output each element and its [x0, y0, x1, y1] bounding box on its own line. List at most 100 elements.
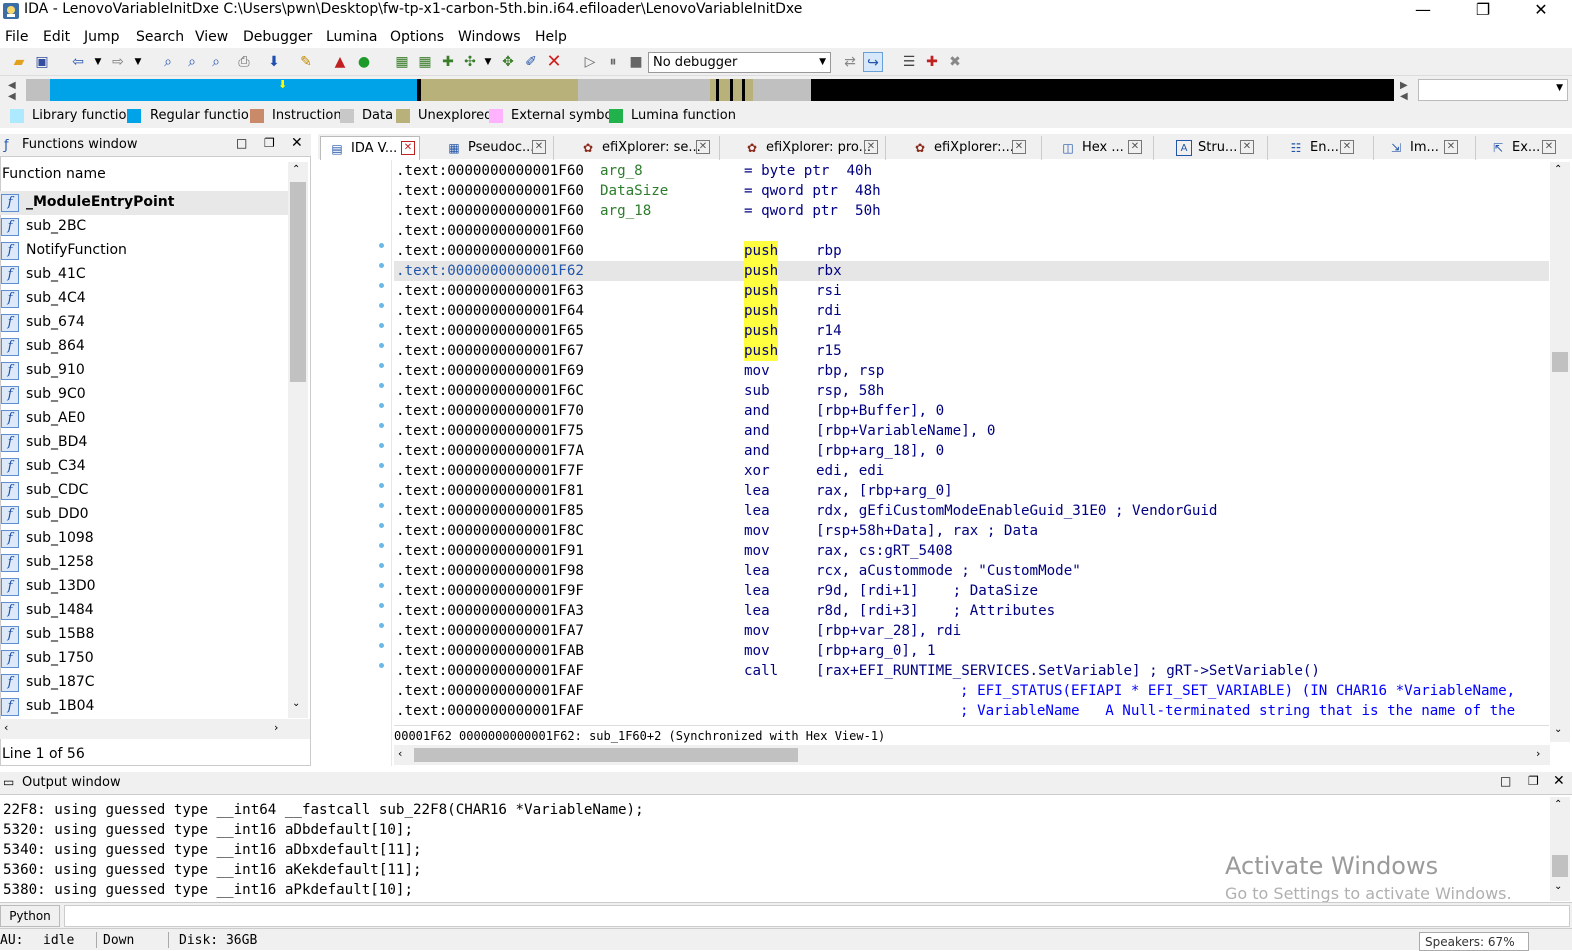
- back-arrow-icon[interactable]: ⇦: [68, 52, 88, 72]
- undefine-icon[interactable]: ✥: [498, 52, 518, 72]
- function-list-item[interactable]: f sub_864: [0, 335, 288, 359]
- make-code-icon[interactable]: ▦: [392, 52, 412, 72]
- disassembly-hscrollbar[interactable]: ‹ ›: [394, 745, 1550, 765]
- function-list-item[interactable]: f sub_BD4: [0, 431, 288, 455]
- function-list-item[interactable]: f NotifyFunction: [0, 239, 288, 263]
- float-icon[interactable]: ❐: [1528, 774, 1539, 788]
- scroll-right-icon[interactable]: ›: [1536, 747, 1540, 760]
- menu-edit[interactable]: Edit: [43, 29, 70, 45]
- graph-icon[interactable]: ▲: [330, 52, 350, 72]
- function-list-item[interactable]: f sub_CDC: [0, 479, 288, 503]
- scroll-up-icon[interactable]: ⌃: [292, 164, 300, 175]
- function-list-item[interactable]: f sub_910: [0, 359, 288, 383]
- function-list-item[interactable]: f sub_1098: [0, 527, 288, 551]
- rename-icon[interactable]: ✐: [521, 52, 541, 72]
- maximize-button[interactable]: ❐: [1460, 0, 1506, 22]
- tab-pseudocode[interactable]: ▦ Pseudoc... ✕: [438, 136, 554, 160]
- function-name-column-header[interactable]: Function name: [2, 166, 106, 182]
- scroll-left-icon[interactable]: ‹: [4, 721, 8, 734]
- menu-help[interactable]: Help: [535, 29, 567, 45]
- function-list-item[interactable]: f sub_41C: [0, 263, 288, 287]
- tab-close-icon[interactable]: ✕: [864, 140, 878, 154]
- function-list-item[interactable]: f _ModuleEntryPoint: [0, 191, 288, 215]
- delete-icon[interactable]: ✕: [544, 52, 564, 72]
- function-list-item[interactable]: f sub_1258: [0, 551, 288, 575]
- breakpoints-icon[interactable]: ☰: [899, 52, 919, 72]
- function-list-item[interactable]: f sub_9C0: [0, 383, 288, 407]
- close-output-icon[interactable]: ✕: [1553, 773, 1565, 789]
- scroll-down-icon[interactable]: ⌄: [292, 698, 300, 709]
- minimize-button[interactable]: —: [1400, 0, 1446, 22]
- start-debugger-icon[interactable]: ▷: [580, 52, 600, 72]
- tab-efixplorer-pro[interactable]: ✿ efiXplorer: pro... ✕: [736, 136, 886, 160]
- disassembly-scroll-thumb[interactable]: [1552, 352, 1568, 372]
- add-breakpoint-icon[interactable]: ✚: [922, 52, 942, 72]
- function-list-item[interactable]: f sub_674: [0, 311, 288, 335]
- function-list-item[interactable]: f sub_AE0: [0, 407, 288, 431]
- scroll-down-icon[interactable]: ⌄: [1554, 881, 1562, 892]
- menu-search[interactable]: Search: [136, 29, 184, 45]
- function-list-item[interactable]: f sub_1484: [0, 599, 288, 623]
- tab-close-icon[interactable]: ✕: [1240, 140, 1254, 154]
- attach-icon[interactable]: ⇄: [840, 52, 860, 72]
- functions-hscrollbar[interactable]: ‹ ›: [0, 719, 310, 739]
- menu-view[interactable]: View: [195, 29, 228, 45]
- array-dropdown-icon[interactable]: ▼: [478, 52, 498, 72]
- function-list-item[interactable]: f sub_13D0: [0, 575, 288, 599]
- tab-efixplorer-3[interactable]: ✿ efiXplorer:... ✕: [904, 136, 1042, 160]
- menu-jump[interactable]: Jump: [84, 29, 120, 45]
- tab-close-icon[interactable]: ✕: [1542, 140, 1556, 154]
- menu-windows[interactable]: Windows: [458, 29, 521, 45]
- step-icon[interactable]: ↪: [863, 52, 883, 72]
- make-data-icon[interactable]: ▦: [415, 52, 435, 72]
- navigator-strip[interactable]: ⬇: [26, 79, 1394, 101]
- nav-band-selector[interactable]: ▼: [1418, 79, 1568, 101]
- function-list-item[interactable]: f sub_C34: [0, 455, 288, 479]
- make-array-icon[interactable]: ✣: [460, 52, 480, 72]
- python-command-input[interactable]: [64, 905, 1570, 927]
- run-script-icon[interactable]: ●: [354, 52, 374, 72]
- functions-scrollbar[interactable]: ⌃ ⌄: [288, 162, 308, 718]
- function-list-item[interactable]: f sub_187C: [0, 671, 288, 695]
- search-binary-icon[interactable]: ⌕: [182, 52, 202, 72]
- python-button[interactable]: Python: [0, 905, 60, 927]
- save-icon[interactable]: ▣: [32, 52, 52, 72]
- search-text-icon[interactable]: ⌕: [158, 52, 178, 72]
- tab-close-icon[interactable]: ✕: [1340, 140, 1354, 154]
- close-button[interactable]: ✕: [1518, 0, 1564, 22]
- debugger-select[interactable]: No debugger ▼: [648, 52, 831, 73]
- menu-file[interactable]: File: [5, 29, 28, 45]
- tab-imports[interactable]: ⇲ Im... ✕: [1380, 136, 1476, 160]
- make-string-icon[interactable]: ✚: [438, 52, 458, 72]
- forward-dropdown-icon[interactable]: ▼: [128, 52, 148, 72]
- jump-down-icon[interactable]: ⬇: [264, 52, 284, 72]
- back-dropdown-icon[interactable]: ▼: [88, 52, 108, 72]
- menu-options[interactable]: Options: [390, 29, 444, 45]
- nav-left-arrow-icon[interactable]: ◀ ◀: [8, 80, 16, 102]
- tab-enums[interactable]: ☷ En... ✕: [1280, 136, 1374, 160]
- scroll-up-icon[interactable]: ⌃: [1554, 799, 1562, 810]
- tab-close-icon[interactable]: ✕: [1128, 140, 1142, 154]
- scroll-right-icon[interactable]: ›: [274, 721, 278, 734]
- tab-exports[interactable]: ⇱ Ex... ✕: [1482, 136, 1572, 160]
- function-list-item[interactable]: f sub_2BC: [0, 215, 288, 239]
- print-icon[interactable]: ⎙: [234, 52, 254, 72]
- restore-icon[interactable]: □: [236, 136, 247, 150]
- tab-close-icon[interactable]: ✕: [1012, 140, 1026, 154]
- function-list-item[interactable]: f sub_DD0: [0, 503, 288, 527]
- stop-icon[interactable]: ■: [626, 52, 646, 72]
- tracing-icon[interactable]: ✖: [945, 52, 965, 72]
- disassembly-view[interactable]: [318, 160, 1572, 766]
- function-list-item[interactable]: f sub_1750: [0, 647, 288, 671]
- menu-debugger[interactable]: Debugger: [243, 29, 312, 45]
- nav-right-arrow-icon[interactable]: ▶ ◀: [1400, 80, 1408, 102]
- menu-lumina[interactable]: Lumina: [326, 29, 377, 45]
- scroll-down-icon[interactable]: ⌄: [1554, 724, 1562, 735]
- pause-icon[interactable]: ⏸: [603, 52, 623, 72]
- output-scrollbar[interactable]: ⌃ ⌄: [1550, 797, 1570, 901]
- search-immediate-icon[interactable]: ⌕: [206, 52, 226, 72]
- function-list-item[interactable]: f sub_1B04: [0, 695, 288, 719]
- script-icon[interactable]: ✎: [296, 52, 316, 72]
- tab-close-icon[interactable]: ✕: [401, 141, 415, 155]
- tab-close-icon[interactable]: ✕: [1444, 140, 1458, 154]
